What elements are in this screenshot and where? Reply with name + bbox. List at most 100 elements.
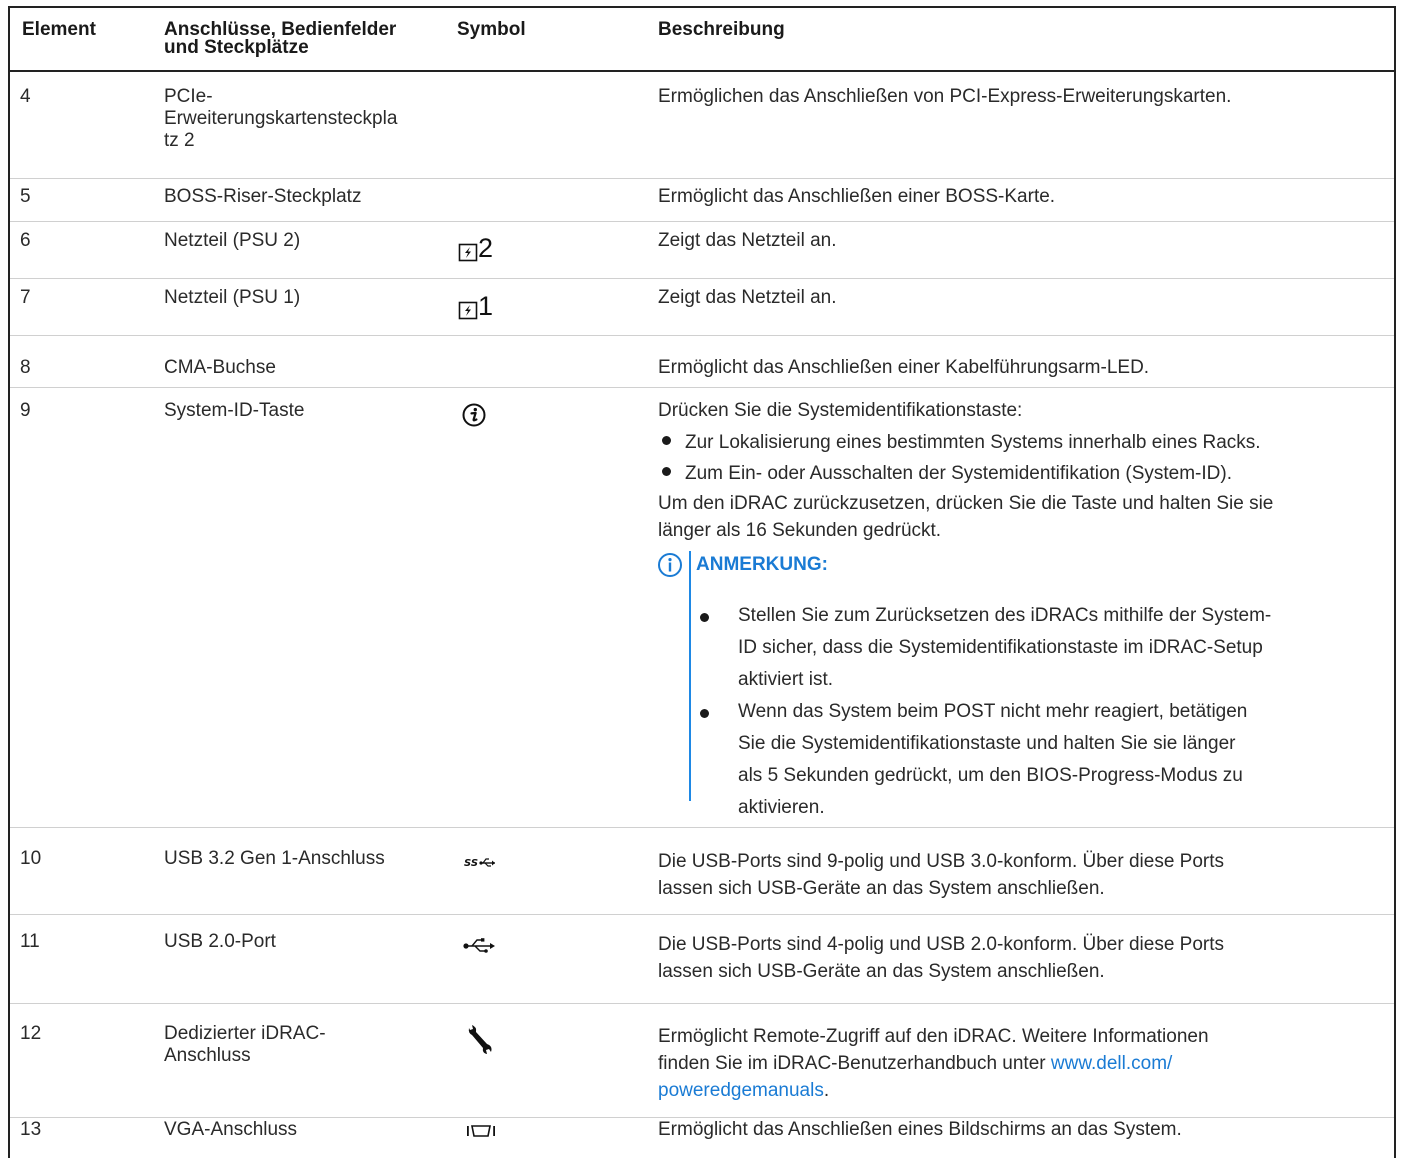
note-icon-wrap — [657, 552, 683, 583]
list-item: Zum Ein- oder Ausschalten der Systemiden… — [662, 463, 1232, 485]
table-row: 9 System-ID-Taste Drücken Sie die System… — [10, 388, 1394, 828]
row-number: 7 — [20, 287, 31, 308]
reset-text-line: Um den iDRAC zurückzusetzen, drücken Sie… — [658, 493, 1274, 514]
row-description: Ermöglicht das Anschließen einer Kabelfü… — [658, 357, 1150, 378]
row-number: 10 — [20, 848, 42, 869]
row-description-line: Die USB-Ports sind 4-polig und USB 2.0-k… — [658, 934, 1225, 955]
list-item-text: Zur Lokalisierung eines bestimmten Syste… — [685, 432, 1261, 453]
row-description: Drücken Sie die Systemidentifikationstas… — [658, 400, 1023, 421]
row-port-name: PCIe- Erweiterungskartensteckpla tz 2 — [164, 86, 454, 152]
row-port-name: BOSS-Riser-Steckplatz — [164, 186, 362, 207]
row-port-name: Dedizierter iDRAC- Anschluss — [164, 1023, 454, 1067]
link-lead-text: finden Sie im iDRAC-Benutzerhandbuch unt… — [658, 1053, 1051, 1074]
vga-icon — [467, 1125, 495, 1137]
row-port-name: USB 2.0-Port — [164, 931, 276, 952]
info-icon — [658, 553, 682, 577]
row-description-line: finden Sie im iDRAC-Benutzerhandbuch unt… — [658, 1050, 1388, 1077]
row-port-name: CMA-Buchse — [164, 357, 276, 378]
table-row: 8 CMA-Buchse Ermöglicht das Anschließen … — [10, 336, 1394, 388]
bullet-dot — [700, 613, 709, 622]
bullet-dot — [700, 709, 709, 718]
row-number: 6 — [20, 230, 31, 251]
header-ports-line2: und Steckplätze — [164, 37, 309, 58]
reset-text-line: länger als 16 Sekunden gedrückt. — [658, 520, 942, 541]
row-number: 4 — [20, 86, 31, 107]
table-row: 10 USB 3.2 Gen 1-Anschluss SS Die USB-Po… — [10, 828, 1394, 915]
row-port-name-line: tz 2 — [164, 130, 195, 151]
row-number: 8 — [20, 357, 31, 378]
row-description: Ermöglicht das Anschließen einer BOSS-Ka… — [658, 186, 1056, 207]
row-description-line: Die USB-Ports sind 9-polig und USB 3.0-k… — [658, 851, 1225, 872]
idrac-symbol — [466, 1024, 494, 1062]
usb2-symbol — [462, 934, 496, 962]
table-row: 6 Netzteil (PSU 2) 2 Zeigt das Netzteil … — [10, 222, 1394, 279]
note-bullet-text: Stellen Sie zum Zurücksetzen des iDRACs … — [738, 600, 1388, 696]
row-port-name-line: PCIe- — [164, 86, 213, 107]
table-row: 11 USB 2.0-Port Die USB-Ports sind 4-pol… — [10, 915, 1394, 1004]
ports-table: Element Anschlüsse, Bedienfelder und Ste… — [8, 6, 1396, 1158]
usb3-symbol: SS — [464, 852, 496, 878]
row-description-line: poweredgemanuals. — [658, 1077, 1388, 1104]
note-bullet-text: Wenn das System beim POST nicht mehr rea… — [738, 696, 1388, 824]
row-number: 13 — [20, 1119, 42, 1140]
table-row: 4 PCIe- Erweiterungskartensteckpla tz 2 … — [10, 72, 1394, 179]
psu-symbol: 2 — [458, 235, 493, 263]
row-port-name: Netzteil (PSU 1) — [164, 287, 301, 308]
bullet-dot — [662, 467, 671, 477]
row-description: Die USB-Ports sind 4-polig und USB 2.0-k… — [658, 931, 1388, 985]
note-line: aktivieren. — [738, 797, 825, 818]
table-row: 7 Netzteil (PSU 1) 1 Zeigt das Netzteil … — [10, 279, 1394, 336]
system-id-icon — [462, 403, 486, 427]
note-accent-bar — [689, 551, 691, 801]
row-number: 5 — [20, 186, 31, 207]
row-description: Zeigt das Netzteil an. — [658, 230, 837, 251]
row-port-name-line: Dedizierter iDRAC- — [164, 1023, 326, 1044]
row-description-line: lassen sich USB-Geräte an das System ans… — [658, 961, 1105, 982]
dell-manuals-link[interactable]: poweredgemanuals — [658, 1080, 824, 1101]
row-description-line: Ermöglicht Remote-Zugriff auf den iDRAC.… — [658, 1026, 1209, 1047]
vga-symbol — [466, 1123, 496, 1145]
note-line: aktiviert ist. — [738, 669, 834, 690]
usb-superspeed-icon: SS — [464, 858, 495, 869]
row-port-name: Netzteil (PSU 2) — [164, 230, 301, 251]
row-description-line: lassen sich USB-Geräte an das System ans… — [658, 878, 1105, 899]
wrench-icon — [468, 1025, 492, 1054]
note-line: ID sicher, dass die Systemidentifikation… — [738, 637, 1263, 658]
table-row: 12 Dedizierter iDRAC- Anschluss Ermöglic… — [10, 1004, 1394, 1118]
header-symbol: Symbol — [457, 19, 526, 40]
row-number: 12 — [20, 1023, 42, 1044]
note-line: Stellen Sie zum Zurücksetzen des iDRACs … — [738, 605, 1272, 626]
psu-icon — [458, 301, 478, 320]
system-id-symbol — [461, 402, 487, 434]
row-port-name: System-ID-Taste — [164, 400, 305, 421]
psu-number: 1 — [478, 291, 494, 321]
row-port-name: USB 3.2 Gen 1-Anschluss — [164, 848, 385, 869]
row-description: Die USB-Ports sind 9-polig und USB 3.0-k… — [658, 848, 1388, 902]
row-description: Ermöglichen das Anschließen von PCI-Expr… — [658, 86, 1232, 107]
dell-manuals-link[interactable]: www.dell.com/ — [1051, 1053, 1172, 1074]
table-row: 13 VGA-Anschluss Ermöglicht das Anschlie… — [10, 1118, 1394, 1160]
row-description: Ermöglicht das Anschließen eines Bildsch… — [658, 1119, 1182, 1140]
table-row: 5 BOSS-Riser-Steckplatz Ermöglicht das A… — [10, 179, 1394, 222]
bullet-dot — [662, 436, 671, 446]
note-line: als 5 Sekunden gedrückt, um den BIOS-Pro… — [738, 765, 1243, 786]
psu-number: 2 — [478, 233, 494, 263]
row-port-name: VGA-Anschluss — [164, 1119, 298, 1140]
row-number: 11 — [20, 931, 40, 952]
table-header: Element Anschlüsse, Bedienfelder und Ste… — [10, 8, 1394, 72]
header-element: Element — [22, 19, 96, 40]
note-line: Sie die Systemidentifikationstaste und h… — [738, 733, 1236, 754]
row-description: Ermöglicht Remote-Zugriff auf den iDRAC.… — [658, 1023, 1388, 1104]
svg-text:SS: SS — [464, 858, 478, 869]
psu-symbol: 1 — [458, 293, 493, 321]
list-item-text: Zum Ein- oder Ausschalten der Systemiden… — [685, 463, 1232, 484]
row-description: Zeigt das Netzteil an. — [658, 287, 837, 308]
row-port-name-line: Anschluss — [164, 1045, 251, 1066]
header-ports: Anschlüsse, Bedienfelder und Steckplätze — [164, 20, 396, 57]
row-number: 9 — [20, 400, 31, 421]
note-title: ANMERKUNG: — [696, 554, 828, 575]
row-port-name-line: Erweiterungskartensteckpla — [164, 108, 398, 129]
usb-icon — [463, 938, 495, 953]
note-line: Wenn das System beim POST nicht mehr rea… — [738, 701, 1248, 722]
link-trailing-text: . — [823, 1080, 830, 1101]
